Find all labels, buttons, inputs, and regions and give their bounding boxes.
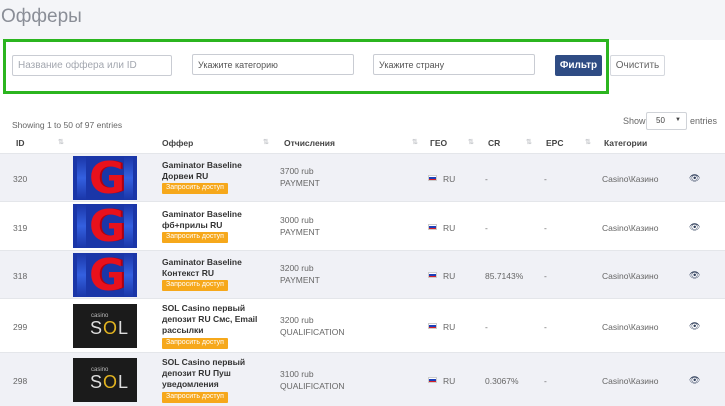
ru-flag-icon	[428, 224, 437, 230]
page-title: Офферы	[1, 6, 82, 27]
cr-value: -	[485, 174, 488, 184]
epc-value: -	[544, 223, 547, 233]
col-id[interactable]: ID	[16, 138, 25, 148]
ru-flag-icon	[428, 175, 437, 181]
col-category[interactable]: Категории	[604, 138, 647, 148]
country-select[interactable]	[373, 54, 535, 75]
sort-icon[interactable]: ⇅	[468, 138, 474, 146]
entries-label: entries	[690, 116, 718, 126]
offer-id: 318	[13, 271, 28, 281]
offer-id: 319	[13, 223, 28, 233]
eye-icon[interactable]: 👁	[689, 321, 700, 332]
category-value: Casino\Казино	[602, 271, 659, 281]
entries-info: Showing 1 to 50 of 97 entries	[12, 120, 123, 130]
offer-id: 320	[13, 174, 28, 184]
ru-flag-icon	[428, 323, 437, 329]
payout-type: QUALIFICATION	[280, 381, 345, 391]
sol-casino-logo: casino SOL	[73, 358, 137, 402]
filter-button[interactable]: Фильтр	[555, 55, 602, 76]
offer-name-input[interactable]	[12, 55, 172, 76]
cr-value: 85.7143%	[485, 271, 524, 281]
eye-icon[interactable]: 👁	[689, 222, 700, 233]
cr-value: -	[485, 322, 488, 332]
category-select[interactable]	[192, 54, 354, 75]
sort-icon[interactable]: ⇅	[526, 138, 532, 146]
col-payout[interactable]: Отчисления	[284, 138, 335, 148]
offer-name-link[interactable]: Gaminator Baseline Контекст RU	[162, 257, 272, 279]
eye-icon[interactable]: 👁	[689, 270, 700, 281]
col-epc[interactable]: EPC	[546, 138, 563, 148]
show-label: Show	[623, 116, 646, 126]
col-offer[interactable]: Оффер	[162, 138, 193, 148]
category-value: Casino\Казино	[602, 174, 659, 184]
table-header: ID ⇅ Оффер ⇅ Отчисления ⇅ ГЕО ⇅ CR ⇅ EPC…	[0, 136, 725, 152]
payout-amount: 3000 rub	[280, 215, 314, 225]
eye-icon[interactable]: 👁	[689, 173, 700, 184]
epc-value: -	[544, 271, 547, 281]
request-access-button[interactable]: Запросить доступ	[162, 280, 228, 291]
offer-name-link[interactable]: Gaminator Baseline фб+прилы RU	[162, 209, 272, 231]
table-row: 299 casino SOL SOL Casino первый депозит …	[0, 298, 725, 352]
epc-value: -	[544, 174, 547, 184]
table-row: 319 G Gaminator Baseline фб+прилы RU Зап…	[0, 201, 725, 250]
cr-value: 0.3067%	[485, 376, 519, 386]
col-cr[interactable]: CR	[488, 138, 500, 148]
gaminator-logo: G	[73, 253, 137, 297]
payout-amount: 3200 rub	[280, 315, 314, 325]
category-value: Casino\Казино	[602, 322, 659, 332]
request-access-button[interactable]: Запросить доступ	[162, 392, 228, 403]
geo-value: RU	[443, 322, 456, 332]
epc-value: -	[544, 376, 547, 386]
payout-amount: 3100 rub	[280, 369, 314, 379]
sort-icon[interactable]: ⇅	[263, 138, 269, 146]
gaminator-logo: G	[73, 156, 137, 200]
offer-name-link[interactable]: SOL Casino первый депозит RU Пуш уведомл…	[162, 357, 272, 390]
gaminator-logo: G	[73, 204, 137, 248]
sort-icon[interactable]: ⇅	[58, 138, 64, 146]
table-row: 320 G Gaminator Baseline Дорвеи RU Запро…	[0, 153, 725, 201]
request-access-button[interactable]: Запросить доступ	[162, 232, 228, 243]
payout-type: PAYMENT	[280, 275, 320, 285]
request-access-button[interactable]: Запросить доступ	[162, 338, 228, 349]
page-length-value: 50	[656, 116, 665, 125]
request-access-button[interactable]: Запросить доступ	[162, 183, 228, 194]
col-geo[interactable]: ГЕО	[430, 138, 447, 148]
offer-id: 298	[13, 376, 28, 386]
chevron-down-icon: ▼	[675, 117, 681, 123]
page-length-select[interactable]: 50 ▼	[646, 112, 687, 130]
geo-value: RU	[443, 174, 456, 184]
cr-value: -	[485, 223, 488, 233]
payout-type: QUALIFICATION	[280, 327, 345, 337]
ru-flag-icon	[428, 272, 437, 278]
sol-casino-logo: casino SOL	[73, 304, 137, 348]
offer-name-link[interactable]: SOL Casino первый депозит RU Смс, Email …	[162, 303, 272, 336]
ru-flag-icon	[428, 377, 437, 383]
sort-icon[interactable]: ⇅	[585, 138, 591, 146]
payout-type: PAYMENT	[280, 178, 320, 188]
sort-icon[interactable]: ⇅	[412, 138, 418, 146]
table-row: 298 casino SOL SOL Casino первый депозит …	[0, 352, 725, 406]
table-row: 318 G Gaminator Baseline Контекст RU Зап…	[0, 250, 725, 298]
category-value: Casino\Казино	[602, 223, 659, 233]
payout-amount: 3200 rub	[280, 263, 314, 273]
page-header: Офферы	[0, 0, 725, 40]
payout-amount: 3700 rub	[280, 166, 314, 176]
epc-value: -	[544, 322, 547, 332]
offer-id: 299	[13, 322, 28, 332]
clear-button[interactable]: Очистить	[610, 55, 665, 76]
geo-value: RU	[443, 223, 456, 233]
geo-value: RU	[443, 376, 456, 386]
geo-value: RU	[443, 271, 456, 281]
eye-icon[interactable]: 👁	[689, 375, 700, 386]
offer-name-link[interactable]: Gaminator Baseline Дорвеи RU	[162, 160, 272, 182]
payout-type: PAYMENT	[280, 227, 320, 237]
category-value: Casino\Казино	[602, 376, 659, 386]
